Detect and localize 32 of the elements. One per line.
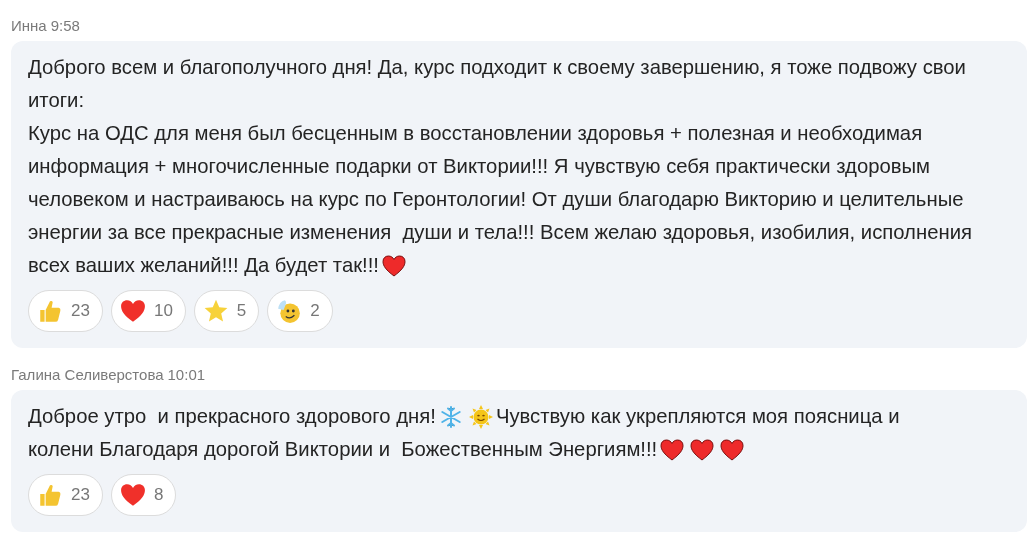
reaction-button[interactable]: 23 — [28, 290, 103, 332]
reaction-button[interactable]: 8 — [110, 474, 177, 516]
waving-face-icon — [276, 298, 303, 324]
heart-icon — [660, 437, 685, 462]
reaction-button[interactable]: 5 — [193, 290, 260, 332]
message-text: Доброго всем и благополучного дня! Да, курс подходит к своему завершению, я тоже подвожу свои — [28, 55, 966, 80]
message-text: Курс на ОДС для меня был бесценным в восстановлении здоровья + полезная и необходимая — [28, 121, 923, 146]
snowflake-icon — [438, 404, 463, 429]
message-text: Доброе утро и прекрасного здорового дня! — [28, 404, 436, 429]
thumbs-up-icon — [37, 482, 63, 508]
heart-icon — [381, 253, 406, 278]
sun-icon — [468, 404, 493, 429]
heart-icon — [119, 298, 146, 324]
reaction-button[interactable]: 2 — [267, 290, 333, 332]
message-text: колени Благодаря дорогой Виктории и Божественным Энергиям!!! — [28, 437, 658, 462]
author-name: Галина Селиверстова — [11, 366, 164, 383]
message-time: 10:01 — [167, 366, 206, 383]
message-time: 9:58 — [50, 17, 80, 34]
heart-icon — [720, 437, 745, 462]
heart-icon — [119, 482, 146, 508]
message-text: информация + многочисленные подарки от Виктории!!! Я чувствую себя практически здоровым — [28, 154, 931, 179]
message-text: энергии за все прекрасные изменения души и тела!!! Всем желаю здоровья, изобилия, исполнения — [28, 220, 972, 245]
heart-icon — [690, 437, 715, 462]
star-icon — [202, 298, 229, 324]
author-name: Инна — [11, 17, 47, 34]
reaction-button[interactable]: 23 — [28, 474, 103, 516]
message-text: итоги: — [28, 88, 85, 113]
message-text: Чувствую как укрепляются моя поясница и — [495, 404, 900, 429]
message-text: всех ваших желаний!!! Да будет так!!! — [28, 253, 379, 278]
thumbs-up-icon — [37, 298, 63, 324]
reaction-button[interactable]: 10 — [110, 290, 186, 332]
message-text: человеком и настраиваюсь на курс по Геронтологии! От души благодарю Викторию и целительные — [28, 187, 964, 212]
